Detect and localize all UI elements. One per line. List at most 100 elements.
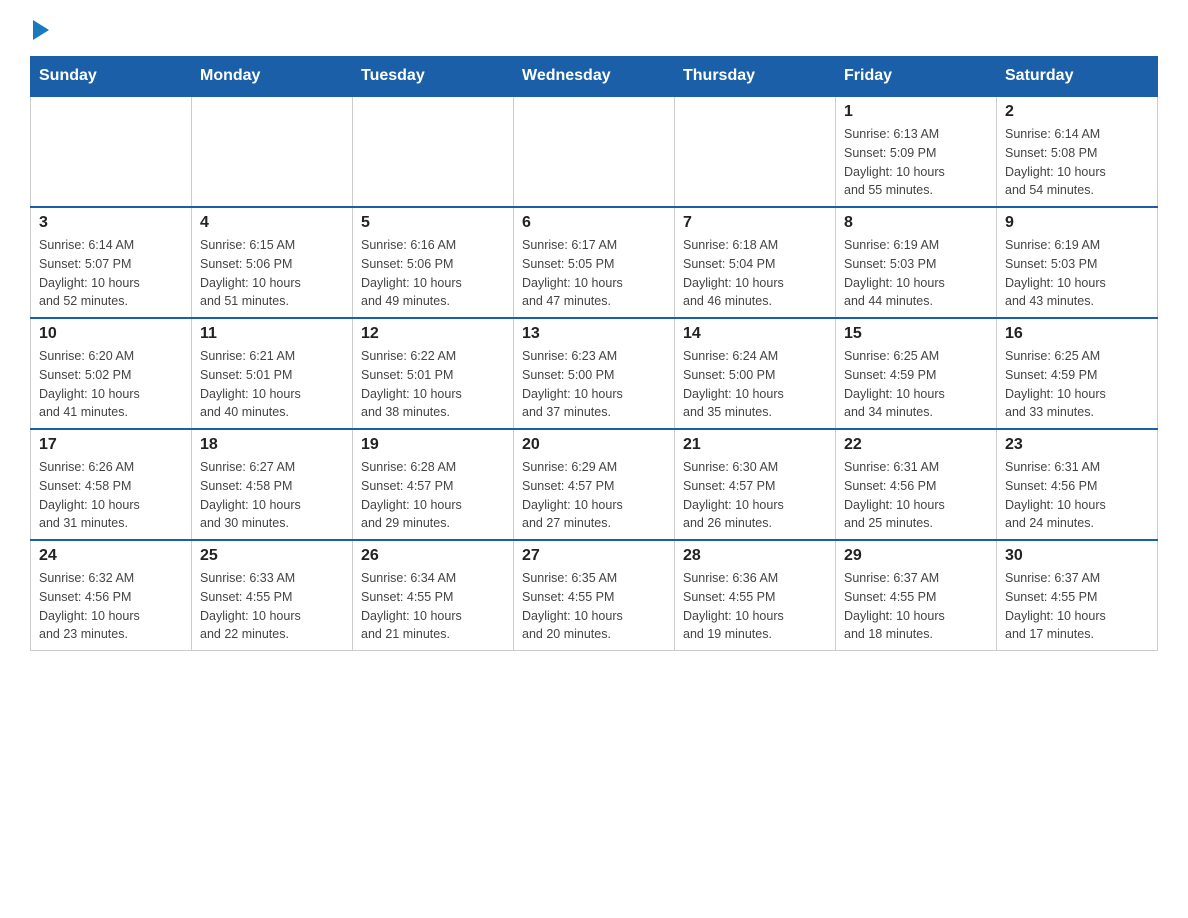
day-number: 12: [361, 325, 505, 343]
day-number: 24: [39, 547, 183, 565]
calendar-day: 5 Sunrise: 6:16 AM Sunset: 5:06 PM Daylig…: [353, 207, 514, 318]
day-number: 17: [39, 436, 183, 454]
page-header: [30, 20, 1158, 36]
day-info: Sunrise: 6:31 AM Sunset: 4:56 PM Dayligh…: [1005, 458, 1149, 533]
calendar-day: 19 Sunrise: 6:28 AM Sunset: 4:57 PM Dayli…: [353, 429, 514, 540]
day-info: Sunrise: 6:30 AM Sunset: 4:57 PM Dayligh…: [683, 458, 827, 533]
weekday-header-saturday: Saturday: [997, 57, 1158, 97]
day-info: Sunrise: 6:18 AM Sunset: 5:04 PM Dayligh…: [683, 236, 827, 311]
calendar-day: 6 Sunrise: 6:17 AM Sunset: 5:05 PM Daylig…: [514, 207, 675, 318]
day-number: 1: [844, 103, 988, 121]
calendar-day: 29 Sunrise: 6:37 AM Sunset: 4:55 PM Dayli…: [836, 540, 997, 651]
day-number: 27: [522, 547, 666, 565]
calendar-day: 15 Sunrise: 6:25 AM Sunset: 4:59 PM Dayli…: [836, 318, 997, 429]
day-info: Sunrise: 6:17 AM Sunset: 5:05 PM Dayligh…: [522, 236, 666, 311]
day-number: 23: [1005, 436, 1149, 454]
calendar-day: 30Sunrise: 6:37 AM Sunset: 4:55 PM Dayli…: [997, 540, 1158, 651]
calendar-day: 22 Sunrise: 6:31 AM Sunset: 4:56 PM Dayli…: [836, 429, 997, 540]
calendar-day: 23 Sunrise: 6:31 AM Sunset: 4:56 PM Dayli…: [997, 429, 1158, 540]
calendar-week-2: 3 Sunrise: 6:14 AM Sunset: 5:07 PM Daylig…: [31, 207, 1158, 318]
calendar-week-5: 24 Sunrise: 6:32 AM Sunset: 4:56 PM Dayli…: [31, 540, 1158, 651]
weekday-header-monday: Monday: [192, 57, 353, 97]
calendar-week-4: 17 Sunrise: 6:26 AM Sunset: 4:58 PM Dayli…: [31, 429, 1158, 540]
day-number: 5: [361, 214, 505, 232]
day-info: Sunrise: 6:34 AM Sunset: 4:55 PM Dayligh…: [361, 569, 505, 644]
calendar-day: [675, 96, 836, 207]
day-number: 19: [361, 436, 505, 454]
day-info: Sunrise: 6:19 AM Sunset: 5:03 PM Dayligh…: [844, 236, 988, 311]
calendar-day: [31, 96, 192, 207]
calendar-day: 28Sunrise: 6:36 AM Sunset: 4:55 PM Dayli…: [675, 540, 836, 651]
day-number: 4: [200, 214, 344, 232]
day-number: 7: [683, 214, 827, 232]
weekday-header-friday: Friday: [836, 57, 997, 97]
day-number: 26: [361, 547, 505, 565]
day-info: Sunrise: 6:31 AM Sunset: 4:56 PM Dayligh…: [844, 458, 988, 533]
day-info: Sunrise: 6:16 AM Sunset: 5:06 PM Dayligh…: [361, 236, 505, 311]
calendar-day: 3 Sunrise: 6:14 AM Sunset: 5:07 PM Daylig…: [31, 207, 192, 318]
calendar-body: 1 Sunrise: 6:13 AM Sunset: 5:09 PM Daylig…: [31, 96, 1158, 651]
weekday-header-row: SundayMondayTuesdayWednesdayThursdayFrid…: [31, 57, 1158, 97]
day-number: 29: [844, 547, 988, 565]
calendar-day: 16 Sunrise: 6:25 AM Sunset: 4:59 PM Dayli…: [997, 318, 1158, 429]
calendar-day: [514, 96, 675, 207]
calendar-day: 20Sunrise: 6:29 AM Sunset: 4:57 PM Dayli…: [514, 429, 675, 540]
day-info: Sunrise: 6:24 AM Sunset: 5:00 PM Dayligh…: [683, 347, 827, 422]
calendar-day: 26 Sunrise: 6:34 AM Sunset: 4:55 PM Dayli…: [353, 540, 514, 651]
day-info: Sunrise: 6:20 AM Sunset: 5:02 PM Dayligh…: [39, 347, 183, 422]
day-number: 25: [200, 547, 344, 565]
day-info: Sunrise: 6:35 AM Sunset: 4:55 PM Dayligh…: [522, 569, 666, 644]
calendar-day: 21 Sunrise: 6:30 AM Sunset: 4:57 PM Dayli…: [675, 429, 836, 540]
logo: [30, 20, 49, 36]
day-number: 8: [844, 214, 988, 232]
calendar-day: 8 Sunrise: 6:19 AM Sunset: 5:03 PM Daylig…: [836, 207, 997, 318]
calendar-day: 27 Sunrise: 6:35 AM Sunset: 4:55 PM Dayli…: [514, 540, 675, 651]
day-number: 9: [1005, 214, 1149, 232]
day-number: 15: [844, 325, 988, 343]
day-info: Sunrise: 6:14 AM Sunset: 5:08 PM Dayligh…: [1005, 125, 1149, 200]
day-info: Sunrise: 6:28 AM Sunset: 4:57 PM Dayligh…: [361, 458, 505, 533]
day-number: 21: [683, 436, 827, 454]
calendar-week-1: 1 Sunrise: 6:13 AM Sunset: 5:09 PM Daylig…: [31, 96, 1158, 207]
day-number: 22: [844, 436, 988, 454]
day-number: 3: [39, 214, 183, 232]
day-info: Sunrise: 6:14 AM Sunset: 5:07 PM Dayligh…: [39, 236, 183, 311]
day-info: Sunrise: 6:19 AM Sunset: 5:03 PM Dayligh…: [1005, 236, 1149, 311]
logo-arrow-icon: [33, 20, 49, 40]
day-number: 10: [39, 325, 183, 343]
day-info: Sunrise: 6:37 AM Sunset: 4:55 PM Dayligh…: [844, 569, 988, 644]
calendar-day: 1 Sunrise: 6:13 AM Sunset: 5:09 PM Daylig…: [836, 96, 997, 207]
calendar-day: [192, 96, 353, 207]
day-info: Sunrise: 6:33 AM Sunset: 4:55 PM Dayligh…: [200, 569, 344, 644]
day-number: 2: [1005, 103, 1149, 121]
calendar-day: 7 Sunrise: 6:18 AM Sunset: 5:04 PM Daylig…: [675, 207, 836, 318]
weekday-header-thursday: Thursday: [675, 57, 836, 97]
calendar-week-3: 10 Sunrise: 6:20 AM Sunset: 5:02 PM Dayli…: [31, 318, 1158, 429]
calendar-day: 17 Sunrise: 6:26 AM Sunset: 4:58 PM Dayli…: [31, 429, 192, 540]
day-info: Sunrise: 6:32 AM Sunset: 4:56 PM Dayligh…: [39, 569, 183, 644]
calendar-day: 9 Sunrise: 6:19 AM Sunset: 5:03 PM Daylig…: [997, 207, 1158, 318]
calendar-day: 25 Sunrise: 6:33 AM Sunset: 4:55 PM Dayli…: [192, 540, 353, 651]
day-info: Sunrise: 6:15 AM Sunset: 5:06 PM Dayligh…: [200, 236, 344, 311]
calendar-day: 11Sunrise: 6:21 AM Sunset: 5:01 PM Dayli…: [192, 318, 353, 429]
day-info: Sunrise: 6:22 AM Sunset: 5:01 PM Dayligh…: [361, 347, 505, 422]
day-info: Sunrise: 6:26 AM Sunset: 4:58 PM Dayligh…: [39, 458, 183, 533]
weekday-header-wednesday: Wednesday: [514, 57, 675, 97]
day-number: 18: [200, 436, 344, 454]
calendar-header: SundayMondayTuesdayWednesdayThursdayFrid…: [31, 57, 1158, 97]
calendar-day: 4 Sunrise: 6:15 AM Sunset: 5:06 PM Daylig…: [192, 207, 353, 318]
calendar-day: 12 Sunrise: 6:22 AM Sunset: 5:01 PM Dayli…: [353, 318, 514, 429]
day-info: Sunrise: 6:25 AM Sunset: 4:59 PM Dayligh…: [1005, 347, 1149, 422]
calendar-day: 13Sunrise: 6:23 AM Sunset: 5:00 PM Dayli…: [514, 318, 675, 429]
day-info: Sunrise: 6:13 AM Sunset: 5:09 PM Dayligh…: [844, 125, 988, 200]
day-number: 16: [1005, 325, 1149, 343]
day-info: Sunrise: 6:23 AM Sunset: 5:00 PM Dayligh…: [522, 347, 666, 422]
calendar-day: 18Sunrise: 6:27 AM Sunset: 4:58 PM Dayli…: [192, 429, 353, 540]
day-number: 14: [683, 325, 827, 343]
calendar-table: SundayMondayTuesdayWednesdayThursdayFrid…: [30, 56, 1158, 651]
day-info: Sunrise: 6:25 AM Sunset: 4:59 PM Dayligh…: [844, 347, 988, 422]
day-number: 6: [522, 214, 666, 232]
calendar-day: 2 Sunrise: 6:14 AM Sunset: 5:08 PM Daylig…: [997, 96, 1158, 207]
day-info: Sunrise: 6:29 AM Sunset: 4:57 PM Dayligh…: [522, 458, 666, 533]
calendar-day: 24 Sunrise: 6:32 AM Sunset: 4:56 PM Dayli…: [31, 540, 192, 651]
